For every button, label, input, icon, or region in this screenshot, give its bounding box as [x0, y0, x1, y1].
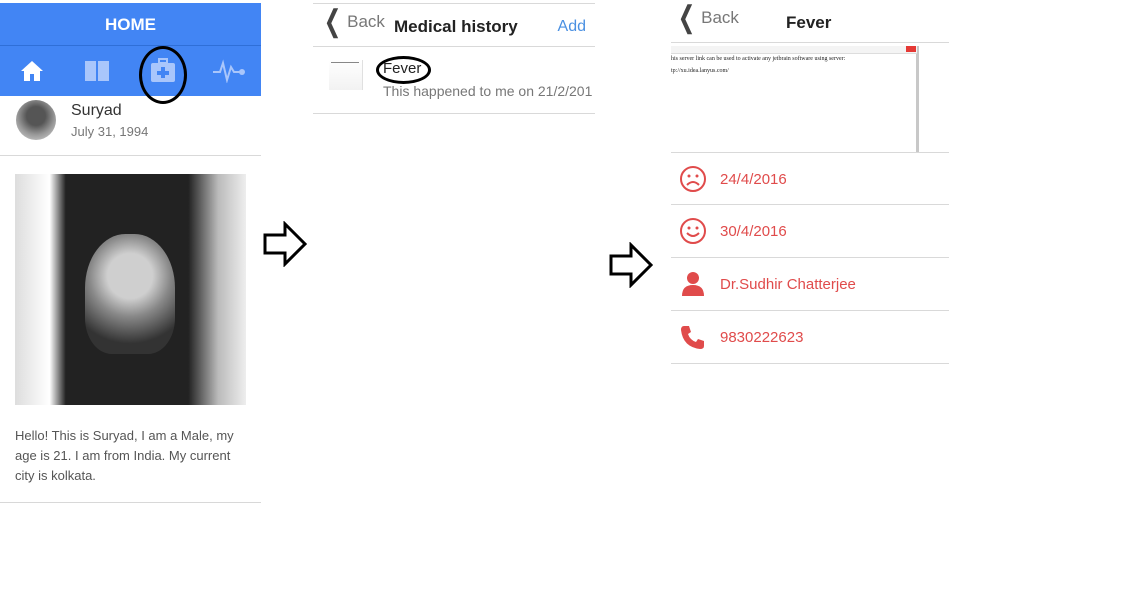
attachment-image[interactable]: his server link can be used to activate …: [671, 46, 919, 152]
page-title: Fever: [786, 13, 832, 32]
tab-bar: [0, 46, 261, 96]
header-title: HOME: [0, 3, 261, 46]
detail-row-doctor: Dr.Sudhir Chatterjee: [671, 258, 949, 311]
item-subtitle: This happened to me on 21/2/201: [383, 83, 593, 99]
attachment-close-icon: [906, 46, 916, 52]
fever-detail-screen: ❮ Back Fever his server link can be used…: [671, 0, 949, 364]
back-button[interactable]: ❮ Back: [320, 5, 385, 38]
nav-bar: ❮ Back Medical history Add: [313, 4, 595, 47]
doctor-person-icon: [682, 272, 704, 296]
row-text: Dr.Sudhir Chatterjee: [720, 276, 856, 293]
annotation-circle: [139, 46, 187, 104]
nav-bar: ❮ Back Fever: [671, 0, 949, 43]
row-text: 24/4/2016: [720, 171, 787, 188]
detail-row-end-date: 30/4/2016: [671, 205, 949, 258]
pulse-icon: [213, 59, 245, 83]
row-text: 30/4/2016: [720, 223, 787, 240]
sad-face-icon: [680, 166, 706, 192]
tab-home[interactable]: [2, 46, 62, 96]
flow-arrow-icon: [263, 221, 308, 267]
detail-row-phone[interactable]: 9830222623: [671, 311, 949, 364]
phone-icon: [681, 326, 704, 349]
attachment-toolbar: [671, 46, 917, 54]
avatar: [16, 100, 56, 140]
item-thumbnail: [329, 60, 363, 90]
tab-vitals[interactable]: [199, 46, 259, 96]
book-icon: [85, 61, 109, 81]
row-text: 9830222623: [720, 329, 804, 346]
profile-card[interactable]: Suryad July 31, 1994: [0, 96, 261, 156]
page-title: Medical history: [394, 17, 518, 36]
chevron-left-icon: ❮: [323, 5, 342, 38]
chevron-left-icon: ❮: [677, 1, 696, 34]
back-label: Back: [701, 8, 739, 27]
attachment-text: tp://xu.idea.lanyus.com/: [671, 68, 729, 74]
profile-dob: July 31, 1994: [71, 124, 149, 139]
profile-photo: [15, 174, 246, 405]
add-button[interactable]: Add: [558, 18, 586, 36]
happy-face-icon: [680, 218, 706, 244]
flow-arrow-icon: [609, 242, 654, 288]
home-icon: [21, 61, 43, 81]
profile-bio: Hello! This is Suryad, I am a Male, my a…: [15, 428, 234, 483]
back-button[interactable]: ❮ Back: [674, 1, 739, 34]
profile-name: Suryad: [71, 102, 122, 119]
back-label: Back: [347, 12, 385, 31]
tab-history[interactable]: [67, 46, 127, 96]
attachment-text: his server link can be used to activate …: [671, 56, 846, 62]
annotation-circle: [376, 56, 431, 84]
medical-history-screen: ❮ Back Medical history Add Fever This ha…: [313, 3, 595, 114]
detail-row-start-date: 24/4/2016: [671, 152, 949, 205]
photo-face: [85, 234, 175, 354]
